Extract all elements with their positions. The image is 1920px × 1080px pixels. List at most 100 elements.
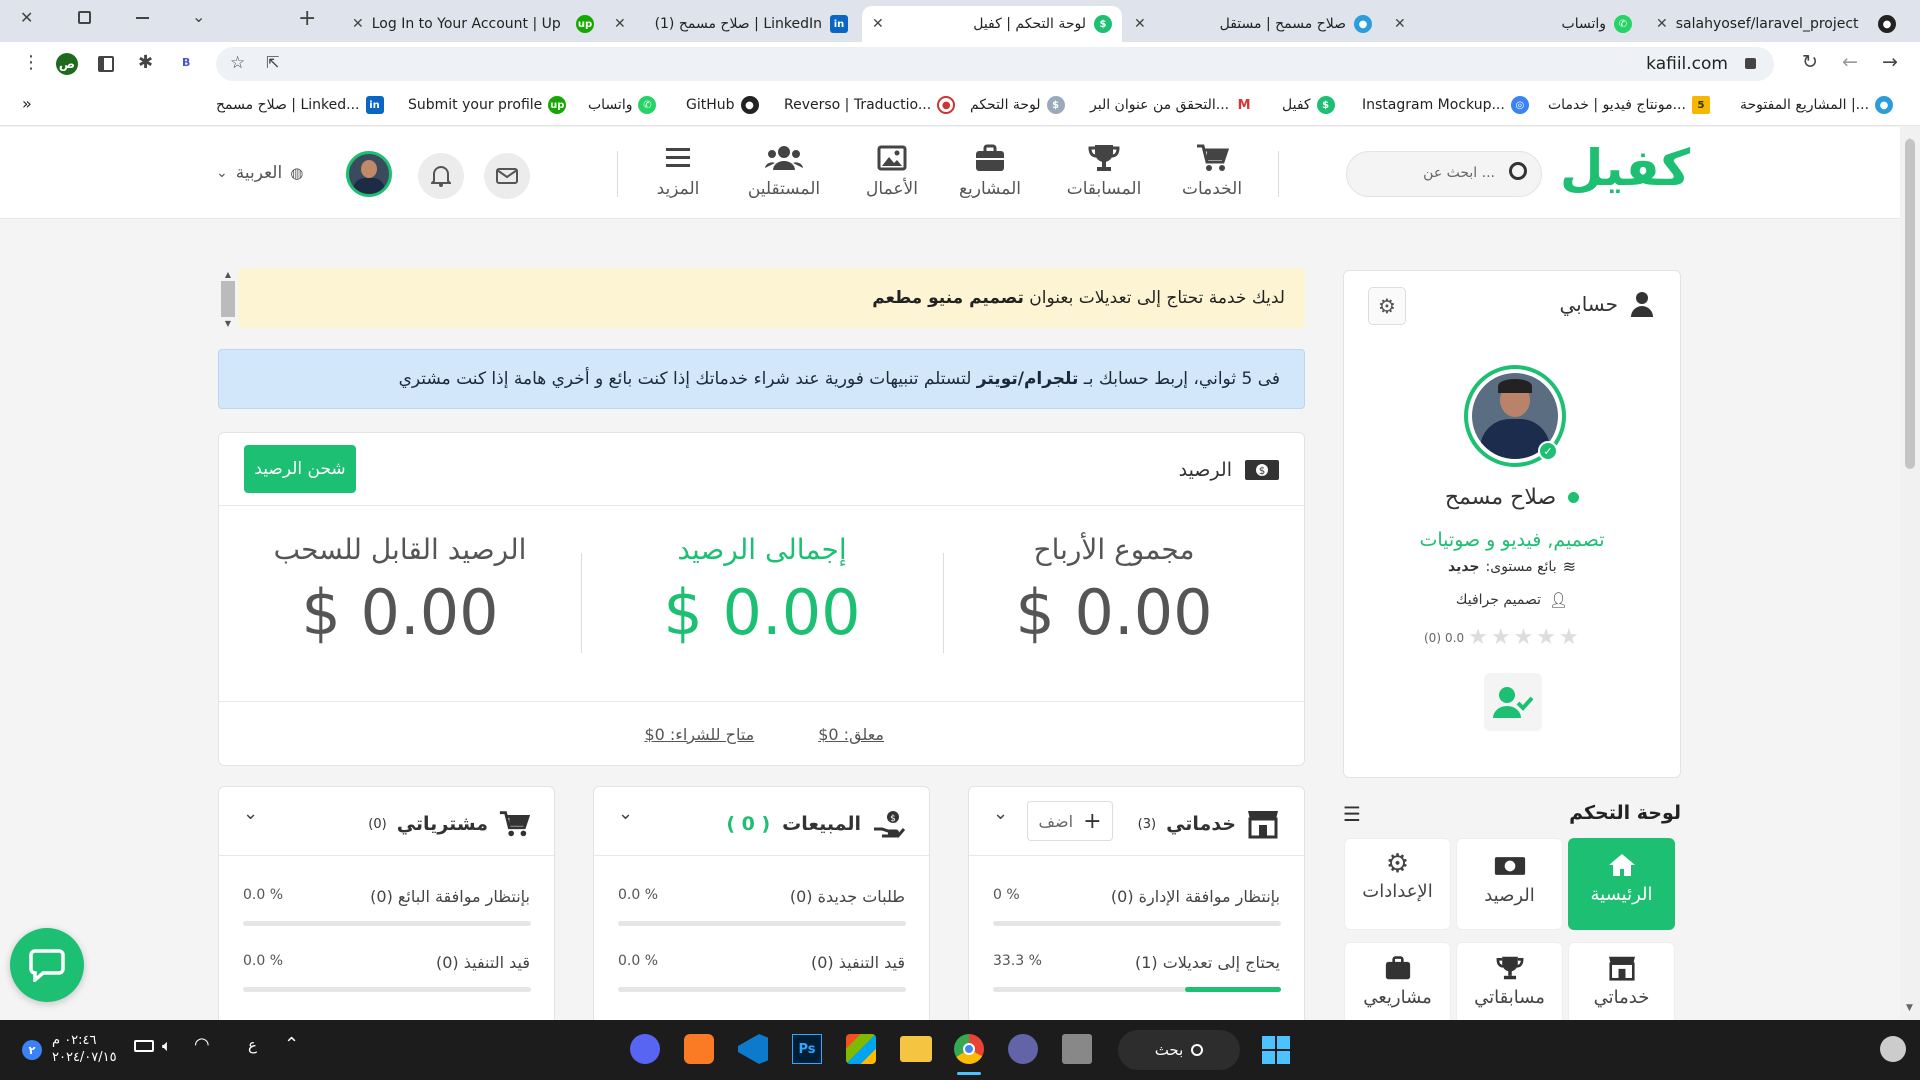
taskbar-search[interactable]: بحث (1118, 1030, 1240, 1070)
pending-balance-link[interactable]: معلق: 0$ (818, 725, 884, 744)
available-balance-link[interactable]: متاح للشراء: 0$ (644, 725, 754, 744)
task-view-icon[interactable] (1062, 1034, 1092, 1064)
dashboard-tile-projects[interactable]: مشاريعي (1344, 942, 1451, 1020)
user-avatar[interactable] (346, 151, 392, 197)
bookmark-linkedin[interactable]: صلاح مسمح | Linked... in (216, 96, 384, 114)
weather-icon[interactable] (1880, 1036, 1906, 1062)
battery-icon[interactable] (134, 1040, 154, 1052)
tab-close-icon[interactable]: ✕ (1394, 16, 1406, 32)
more-bookmarks-icon[interactable]: » (22, 94, 32, 113)
tab-close-icon[interactable]: ✕ (1134, 16, 1146, 32)
bookmark-reverso[interactable]: Reverso | Traductio... ● (784, 96, 956, 114)
xampp-icon[interactable] (684, 1034, 714, 1064)
clock[interactable]: ٠٢:٤٦ م ٢٠٢٤/٠٧/١٥ (52, 1032, 117, 1066)
volume-icon[interactable]: 🔈︎ (162, 1036, 172, 1056)
bookmark-instagram-mockup[interactable]: Instagram Mockup... ◎ (1362, 96, 1529, 114)
bookmark-star-icon[interactable]: ☆ (230, 53, 245, 73)
dashboard-tile-contests[interactable]: مسابقاتي (1456, 942, 1563, 1020)
profile-avatar[interactable]: ص (56, 53, 78, 75)
chevron-down-icon[interactable]: ⌄ (618, 803, 633, 824)
nav-projects[interactable]: المشاريع (940, 143, 1040, 199)
tab-close-icon[interactable]: ✕ (614, 16, 626, 32)
notifications-button[interactable] (418, 153, 464, 199)
kafiil-logo[interactable]: كفيل (1560, 139, 1690, 197)
search-input[interactable]: ابحث عن ... (1423, 165, 1495, 181)
close-window-icon[interactable]: ✕ (20, 8, 33, 27)
search-icon[interactable] (1509, 162, 1527, 180)
profile-settings-button[interactable]: ⚙ (1368, 287, 1406, 325)
nav-more[interactable]: المزيد (628, 143, 728, 199)
scrollbar-thumb[interactable] (1905, 139, 1915, 469)
tray-chevron-icon[interactable]: ⌃ (284, 1034, 299, 1055)
dashboard-tile-settings[interactable]: ⚙ الإعدادات (1344, 838, 1451, 930)
scroll-down-icon[interactable]: ▼ (1906, 1003, 1913, 1013)
tab-whatsapp[interactable]: ✕ واتساب ✆ (1384, 6, 1642, 42)
tab-linkedin[interactable]: ✕ (1) صلاح مسمح | LinkedIn in (604, 6, 858, 42)
tab-mostaql[interactable]: ✕ صلاح مسمح | مستقل ● (1124, 6, 1382, 42)
vscode-icon[interactable] (738, 1034, 768, 1064)
store-app-icon[interactable] (846, 1034, 876, 1064)
bookmark-khamsat[interactable]: مونتاج فيديو | خدمات... 5 (1548, 96, 1710, 114)
messages-button[interactable] (484, 153, 530, 199)
reload-icon[interactable]: ↻ (1802, 51, 1818, 73)
add-service-button[interactable]: اضف + (1027, 801, 1113, 841)
url-bar[interactable]: ☆ ⇱ kafiil.com (216, 47, 1774, 81)
bookmark-kafiil[interactable]: كفيل $ (1282, 96, 1335, 114)
page-scrollbar[interactable]: ▲ ▼ (1900, 127, 1920, 1020)
alert-scroller[interactable]: ▲ ▼ (220, 270, 236, 340)
bookmark-whatsapp[interactable]: واتساب ✆ (588, 96, 657, 114)
new-tab-icon[interactable]: + (298, 6, 316, 31)
extension-icon[interactable]: B (182, 56, 190, 69)
nav-freelancers[interactable]: المستقلين (734, 143, 834, 199)
tab-github[interactable]: ✕ salahyosef/laravel_project ● (1646, 6, 1906, 42)
bookmark-upwork[interactable]: Submit your profile up (408, 96, 567, 114)
telegram-link[interactable]: تلجرام/تويتر (977, 369, 1079, 389)
menu-dots-icon[interactable]: ⋮ (22, 52, 40, 73)
lock-icon[interactable] (1745, 58, 1756, 69)
discord-icon[interactable] (630, 1034, 660, 1064)
bookmark-open-projects[interactable]: المشاريع المفتوحة |... ● (1740, 96, 1894, 114)
minimize-window-icon[interactable] (136, 17, 149, 19)
bookmark-github[interactable]: GitHub ● (686, 96, 759, 114)
back-icon[interactable]: → (1882, 51, 1898, 73)
charge-balance-button[interactable]: شحن الرصيد (244, 445, 356, 493)
dashboard-tile-balance[interactable]: الرصيد (1456, 838, 1563, 930)
live-chat-button[interactable] (10, 928, 84, 1002)
hamburger-icon[interactable]: ☰ (1343, 802, 1361, 826)
restore-window-icon[interactable] (78, 11, 91, 24)
chrome-icon[interactable] (954, 1034, 984, 1064)
nav-portfolio[interactable]: الأعمال (842, 143, 942, 199)
bookmark-label: GitHub (686, 97, 735, 113)
forward-icon[interactable]: ← (1842, 51, 1858, 73)
nav-services[interactable]: الخدمات (1162, 143, 1262, 199)
chevron-down-icon[interactable]: ⌄ (993, 803, 1008, 824)
share-icon[interactable]: ⇱ (266, 53, 279, 72)
input-language[interactable]: ع (248, 1036, 257, 1054)
tab-close-icon[interactable]: ✕ (1656, 16, 1668, 32)
tab-close-icon[interactable]: ✕ (872, 16, 884, 32)
bookmark-gmail[interactable]: التحقق من عنوان البر... M (1090, 96, 1254, 114)
dashboard-tile-services[interactable]: خدماتي (1568, 942, 1675, 1020)
windows-start-icon[interactable] (1262, 1036, 1290, 1064)
side-panel-icon[interactable] (98, 56, 114, 72)
wifi-icon[interactable]: ◠ (194, 1034, 210, 1055)
verify-account-button[interactable] (1484, 673, 1542, 731)
file-explorer-icon[interactable] (900, 1036, 932, 1062)
tab-kafiil-dashboard[interactable]: ✕ لوحة التحكم | كفيل $ (862, 6, 1122, 42)
chevron-down-icon[interactable]: ⌄ (243, 803, 258, 824)
language-selector[interactable]: ⌄ العربية ◍ (216, 163, 303, 183)
extensions-icon[interactable]: ✱ (138, 52, 153, 73)
teams-icon[interactable] (1008, 1034, 1038, 1064)
notification-badge[interactable]: ٢ (22, 1040, 42, 1060)
tab-search-chevron-icon[interactable]: ⌄ (192, 7, 205, 26)
photoshop-icon[interactable]: Ps (792, 1034, 822, 1064)
tab-upwork[interactable]: ✕ Log In to Your Account | Up up (342, 6, 604, 42)
nav-contests[interactable]: المسابقات (1054, 143, 1154, 199)
dashboard-tile-home[interactable]: الرئيسية (1568, 838, 1675, 930)
tab-close-icon[interactable]: ✕ (352, 16, 364, 32)
search-box[interactable]: ابحث عن ... (1346, 151, 1542, 197)
profile-avatar[interactable]: ✓ (1464, 365, 1566, 467)
alert-service-link[interactable]: تصميم منيو مطعم (872, 288, 1024, 308)
bookmark-dashboard[interactable]: لوحة التحكم $ (970, 96, 1065, 114)
profile-specialty[interactable]: تصميم, فيديو و صوتيات (1344, 529, 1680, 551)
